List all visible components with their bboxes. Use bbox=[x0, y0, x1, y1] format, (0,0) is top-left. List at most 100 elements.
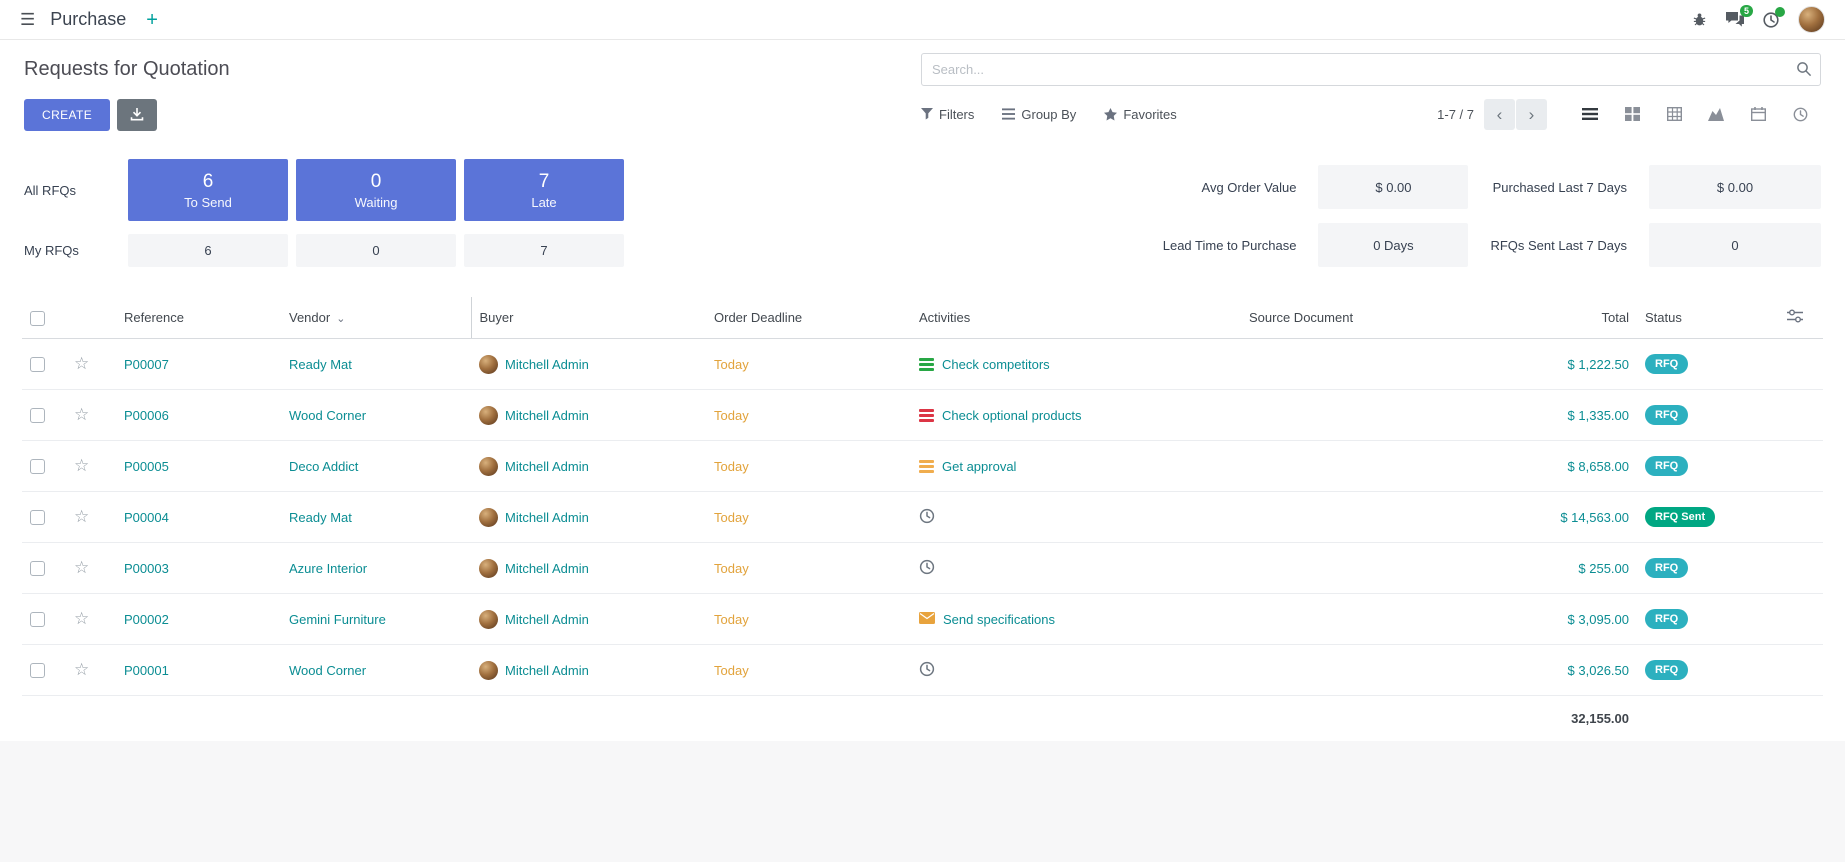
buyer-link[interactable]: Mitchell Admin bbox=[505, 561, 589, 576]
kanban-view-button[interactable] bbox=[1611, 99, 1653, 130]
table-row[interactable]: ☆ P00005 Deco Addict Mitchell Admin Toda… bbox=[22, 441, 1823, 492]
table-header-row: Reference Vendor⌄ Buyer Order Deadline A… bbox=[22, 297, 1823, 339]
table-row[interactable]: ☆ P00003 Azure Interior Mitchell Admin T… bbox=[22, 543, 1823, 594]
activity-label[interactable]: Get approval bbox=[942, 459, 1016, 474]
header-total[interactable]: Total bbox=[1517, 297, 1637, 339]
favorite-star-icon[interactable]: ☆ bbox=[74, 507, 89, 526]
graph-view-button[interactable] bbox=[1695, 99, 1737, 130]
activity-label[interactable]: Check optional products bbox=[942, 408, 1081, 423]
favorite-star-icon[interactable]: ☆ bbox=[74, 456, 89, 475]
kpi-waiting[interactable]: 0 Waiting bbox=[296, 159, 456, 221]
row-checkbox[interactable] bbox=[30, 663, 45, 678]
table-row[interactable]: ☆ P00004 Ready Mat Mitchell Admin Today … bbox=[22, 492, 1823, 543]
quick-create-icon[interactable]: + bbox=[146, 10, 158, 30]
row-checkbox[interactable] bbox=[30, 357, 45, 372]
reference-link[interactable]: P00005 bbox=[124, 459, 169, 474]
stat-label-rfqs-sent-last-7-days: RFQs Sent Last 7 Days bbox=[1490, 238, 1627, 253]
stat-value-avg-order-value: $ 0.00 bbox=[1318, 165, 1468, 209]
buyer-link[interactable]: Mitchell Admin bbox=[505, 510, 589, 525]
header-activities[interactable]: Activities bbox=[911, 297, 1241, 339]
row-checkbox[interactable] bbox=[30, 561, 45, 576]
activity-list-icon[interactable] bbox=[919, 358, 934, 371]
user-avatar[interactable] bbox=[1798, 6, 1825, 33]
buyer-link[interactable]: Mitchell Admin bbox=[505, 459, 589, 474]
filters-button[interactable]: Filters bbox=[921, 107, 974, 122]
header-reference[interactable]: Reference bbox=[116, 297, 281, 339]
favorites-button[interactable]: Favorites bbox=[1104, 107, 1176, 122]
activity-envelope-icon[interactable] bbox=[919, 612, 935, 627]
buyer-link[interactable]: Mitchell Admin bbox=[505, 408, 589, 423]
list-view-button[interactable] bbox=[1569, 99, 1611, 130]
vendor-link[interactable]: Wood Corner bbox=[289, 408, 366, 423]
view-switcher bbox=[1569, 99, 1821, 130]
debug-bug-icon[interactable] bbox=[1692, 12, 1707, 27]
favorite-star-icon[interactable]: ☆ bbox=[74, 660, 89, 679]
buyer-link[interactable]: Mitchell Admin bbox=[505, 663, 589, 678]
apps-menu-icon[interactable]: ☰ bbox=[20, 10, 35, 30]
row-checkbox[interactable] bbox=[30, 459, 45, 474]
group-by-button[interactable]: Group By bbox=[1002, 107, 1076, 122]
vendor-link[interactable]: Deco Addict bbox=[289, 459, 358, 474]
table-row[interactable]: ☆ P00002 Gemini Furniture Mitchell Admin… bbox=[22, 594, 1823, 645]
reference-link[interactable]: P00006 bbox=[124, 408, 169, 423]
my-kpi-to-send[interactable]: 6 bbox=[128, 234, 288, 267]
favorite-star-icon[interactable]: ☆ bbox=[74, 609, 89, 628]
search-input[interactable] bbox=[921, 53, 1821, 86]
table-row[interactable]: ☆ P00007 Ready Mat Mitchell Admin Today … bbox=[22, 339, 1823, 390]
buyer-link[interactable]: Mitchell Admin bbox=[505, 357, 589, 372]
my-kpi-late[interactable]: 7 bbox=[464, 234, 624, 267]
table-footer-row: 32,155.00 bbox=[22, 696, 1823, 742]
app-name[interactable]: Purchase bbox=[50, 9, 126, 30]
create-button[interactable]: CREATE bbox=[24, 99, 110, 131]
header-status[interactable]: Status bbox=[1637, 297, 1767, 339]
pager-next-button[interactable]: › bbox=[1516, 99, 1547, 130]
vendor-link[interactable]: Ready Mat bbox=[289, 357, 352, 372]
header-source-document[interactable]: Source Document bbox=[1241, 297, 1517, 339]
vendor-link[interactable]: Azure Interior bbox=[289, 561, 367, 576]
activity-label[interactable]: Check competitors bbox=[942, 357, 1050, 372]
buyer-link[interactable]: Mitchell Admin bbox=[505, 612, 589, 627]
activity-label[interactable]: Send specifications bbox=[943, 612, 1055, 627]
row-checkbox[interactable] bbox=[30, 510, 45, 525]
table-row[interactable]: ☆ P00006 Wood Corner Mitchell Admin Toda… bbox=[22, 390, 1823, 441]
search-bar bbox=[921, 53, 1821, 86]
activity-list-icon[interactable] bbox=[919, 409, 934, 422]
reference-link[interactable]: P00003 bbox=[124, 561, 169, 576]
favorite-star-icon[interactable]: ☆ bbox=[74, 558, 89, 577]
vendor-link[interactable]: Ready Mat bbox=[289, 510, 352, 525]
activity-clock-icon[interactable] bbox=[919, 559, 935, 578]
vendor-link[interactable]: Gemini Furniture bbox=[289, 612, 386, 627]
pager-range: 1-7 / 7 bbox=[1437, 107, 1474, 122]
reference-link[interactable]: P00007 bbox=[124, 357, 169, 372]
row-checkbox[interactable] bbox=[30, 408, 45, 423]
vendor-link[interactable]: Wood Corner bbox=[289, 663, 366, 678]
activity-clock-icon[interactable] bbox=[919, 661, 935, 680]
header-vendor[interactable]: Vendor⌄ bbox=[281, 297, 471, 339]
export-button[interactable] bbox=[117, 99, 157, 131]
kpi-to-send[interactable]: 6 To Send bbox=[128, 159, 288, 221]
reference-link[interactable]: P00004 bbox=[124, 510, 169, 525]
activities-clock-icon[interactable] bbox=[1763, 12, 1779, 28]
favorite-star-icon[interactable]: ☆ bbox=[74, 354, 89, 373]
kpi-late[interactable]: 7 Late bbox=[464, 159, 624, 221]
header-order-deadline[interactable]: Order Deadline bbox=[706, 297, 911, 339]
row-checkbox[interactable] bbox=[30, 612, 45, 627]
activity-view-button[interactable] bbox=[1779, 99, 1821, 130]
activity-clock-icon[interactable] bbox=[919, 508, 935, 527]
messages-icon[interactable]: 5 bbox=[1726, 12, 1744, 27]
search-icon[interactable] bbox=[1796, 61, 1812, 82]
calendar-view-button[interactable] bbox=[1737, 99, 1779, 130]
select-all-checkbox[interactable] bbox=[30, 311, 45, 326]
header-buyer[interactable]: Buyer bbox=[471, 297, 706, 339]
pager-previous-button[interactable]: ‹ bbox=[1484, 99, 1515, 130]
messages-badge: 5 bbox=[1740, 5, 1753, 17]
total-amount: $ 3,095.00 bbox=[1568, 612, 1629, 627]
optional-columns-button[interactable] bbox=[1787, 309, 1803, 326]
favorite-star-icon[interactable]: ☆ bbox=[74, 405, 89, 424]
reference-link[interactable]: P00002 bbox=[124, 612, 169, 627]
activity-list-icon[interactable] bbox=[919, 460, 934, 473]
reference-link[interactable]: P00001 bbox=[124, 663, 169, 678]
pivot-view-button[interactable] bbox=[1653, 99, 1695, 130]
table-row[interactable]: ☆ P00001 Wood Corner Mitchell Admin Toda… bbox=[22, 645, 1823, 696]
my-kpi-waiting[interactable]: 0 bbox=[296, 234, 456, 267]
